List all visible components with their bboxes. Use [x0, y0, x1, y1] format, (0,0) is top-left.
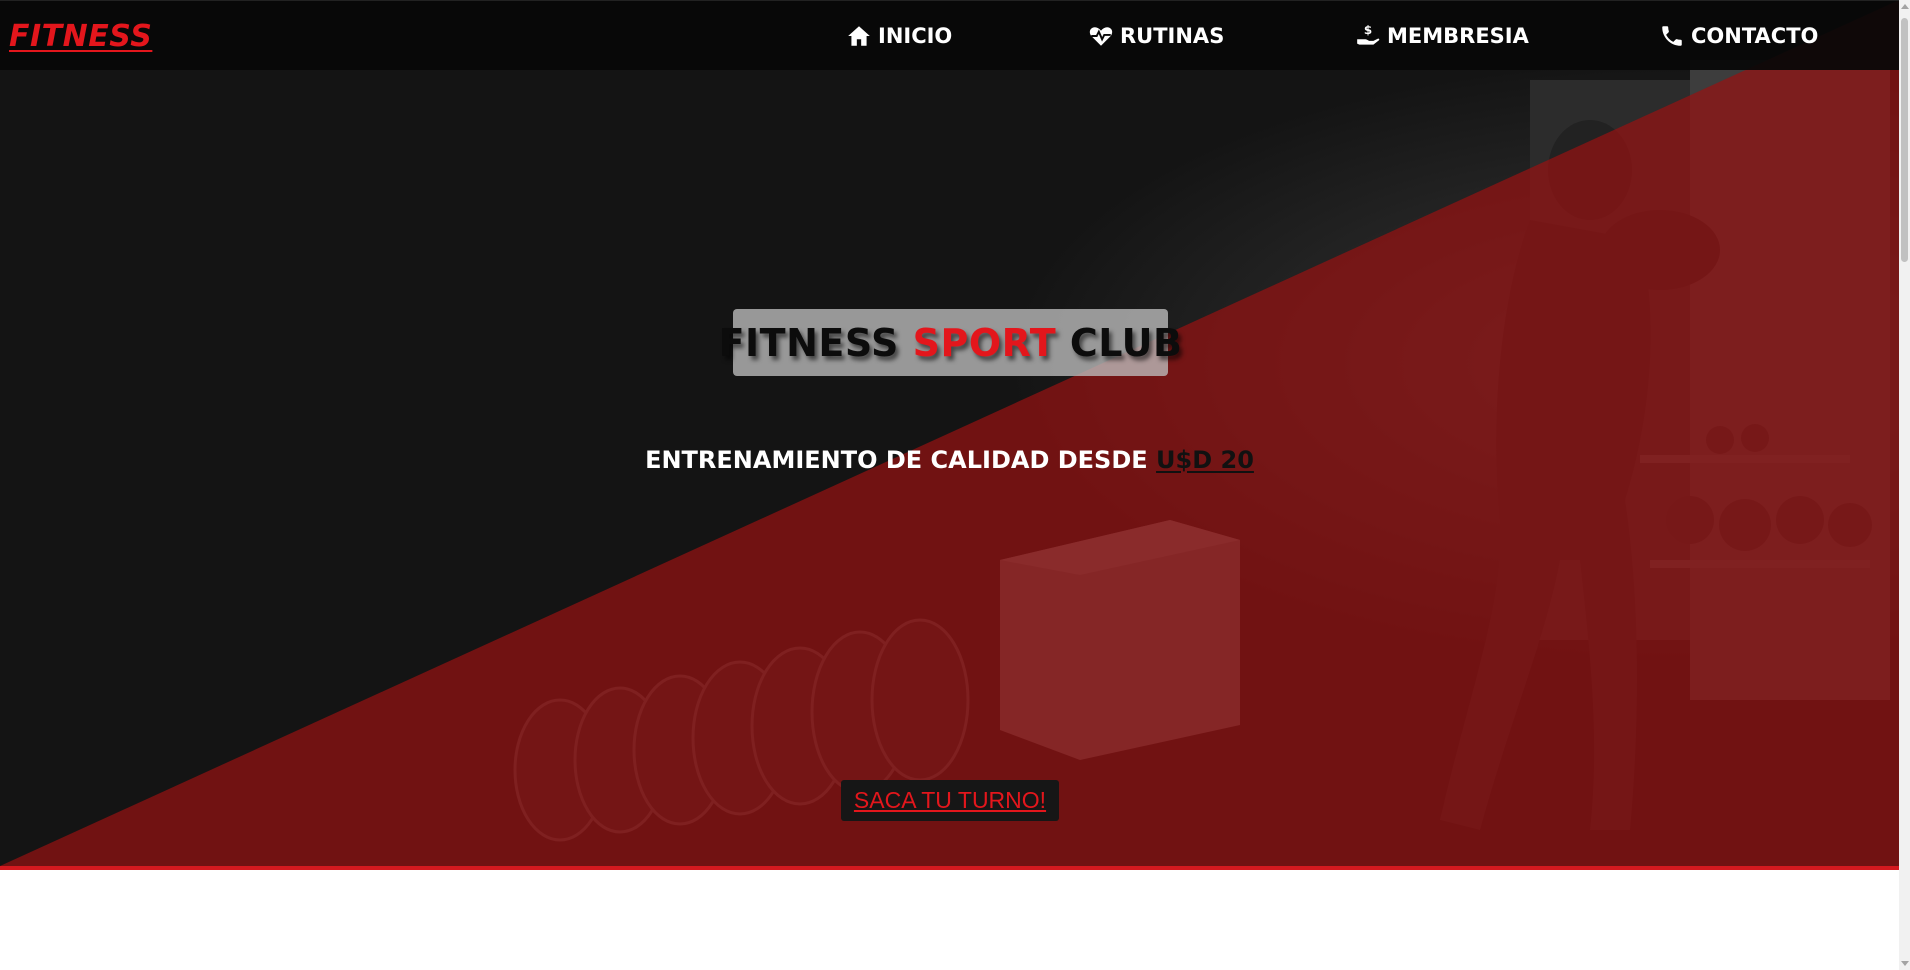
nav-link-rutinas[interactable]: RUTINAS [1088, 21, 1224, 51]
hand-dollar-icon: $ [1357, 23, 1380, 45]
red-diagonal-overlay [0, 0, 1899, 866]
svg-text:$: $ [1364, 23, 1372, 37]
scroll-down-arrow-icon[interactable] [1901, 961, 1909, 966]
nav-link-membresia[interactable]: $ MEMBRESIA [1355, 21, 1529, 51]
home-icon [848, 26, 870, 46]
nav-link-label: RUTINAS [1120, 24, 1225, 48]
heartbeat-icon [1089, 27, 1113, 46]
page-scrollbar[interactable] [1899, 0, 1910, 970]
book-turn-button[interactable]: SACA TU TURNO! [841, 780, 1059, 821]
hero-section: FITNESS INICIO RUTINAS $ MEMBRESIA CONTA… [0, 0, 1899, 870]
hero-title-part3: CLUB [1069, 320, 1183, 365]
scroll-up-arrow-icon[interactable] [1901, 4, 1909, 9]
nav-link-label: CONTACTO [1691, 24, 1819, 48]
nav-link-label: MEMBRESIA [1387, 24, 1529, 48]
nav-link-label: INICIO [878, 24, 953, 48]
hero-tagline: ENTRENAMIENTO DE CALIDAD DESDE U$D 20 [0, 446, 1899, 474]
scrollbar-thumb[interactable] [1901, 18, 1908, 262]
nav-link-inicio[interactable]: INICIO [846, 21, 952, 51]
phone-icon [1662, 26, 1682, 46]
tagline-text: ENTRENAMIENTO DE CALIDAD DESDE [645, 446, 1148, 474]
nav-link-contacto[interactable]: CONTACTO [1659, 21, 1818, 51]
tagline-price: U$D 20 [1156, 446, 1254, 474]
top-navbar: FITNESS INICIO RUTINAS $ MEMBRESIA CONTA… [0, 0, 1899, 70]
hero-title-accent: SPORT [912, 320, 1057, 365]
hero-title-part1: FITNESS [718, 320, 899, 365]
brand-logo-link[interactable]: FITNESS [9, 19, 152, 54]
hero-title: FITNESS SPORT CLUB [719, 309, 1182, 376]
